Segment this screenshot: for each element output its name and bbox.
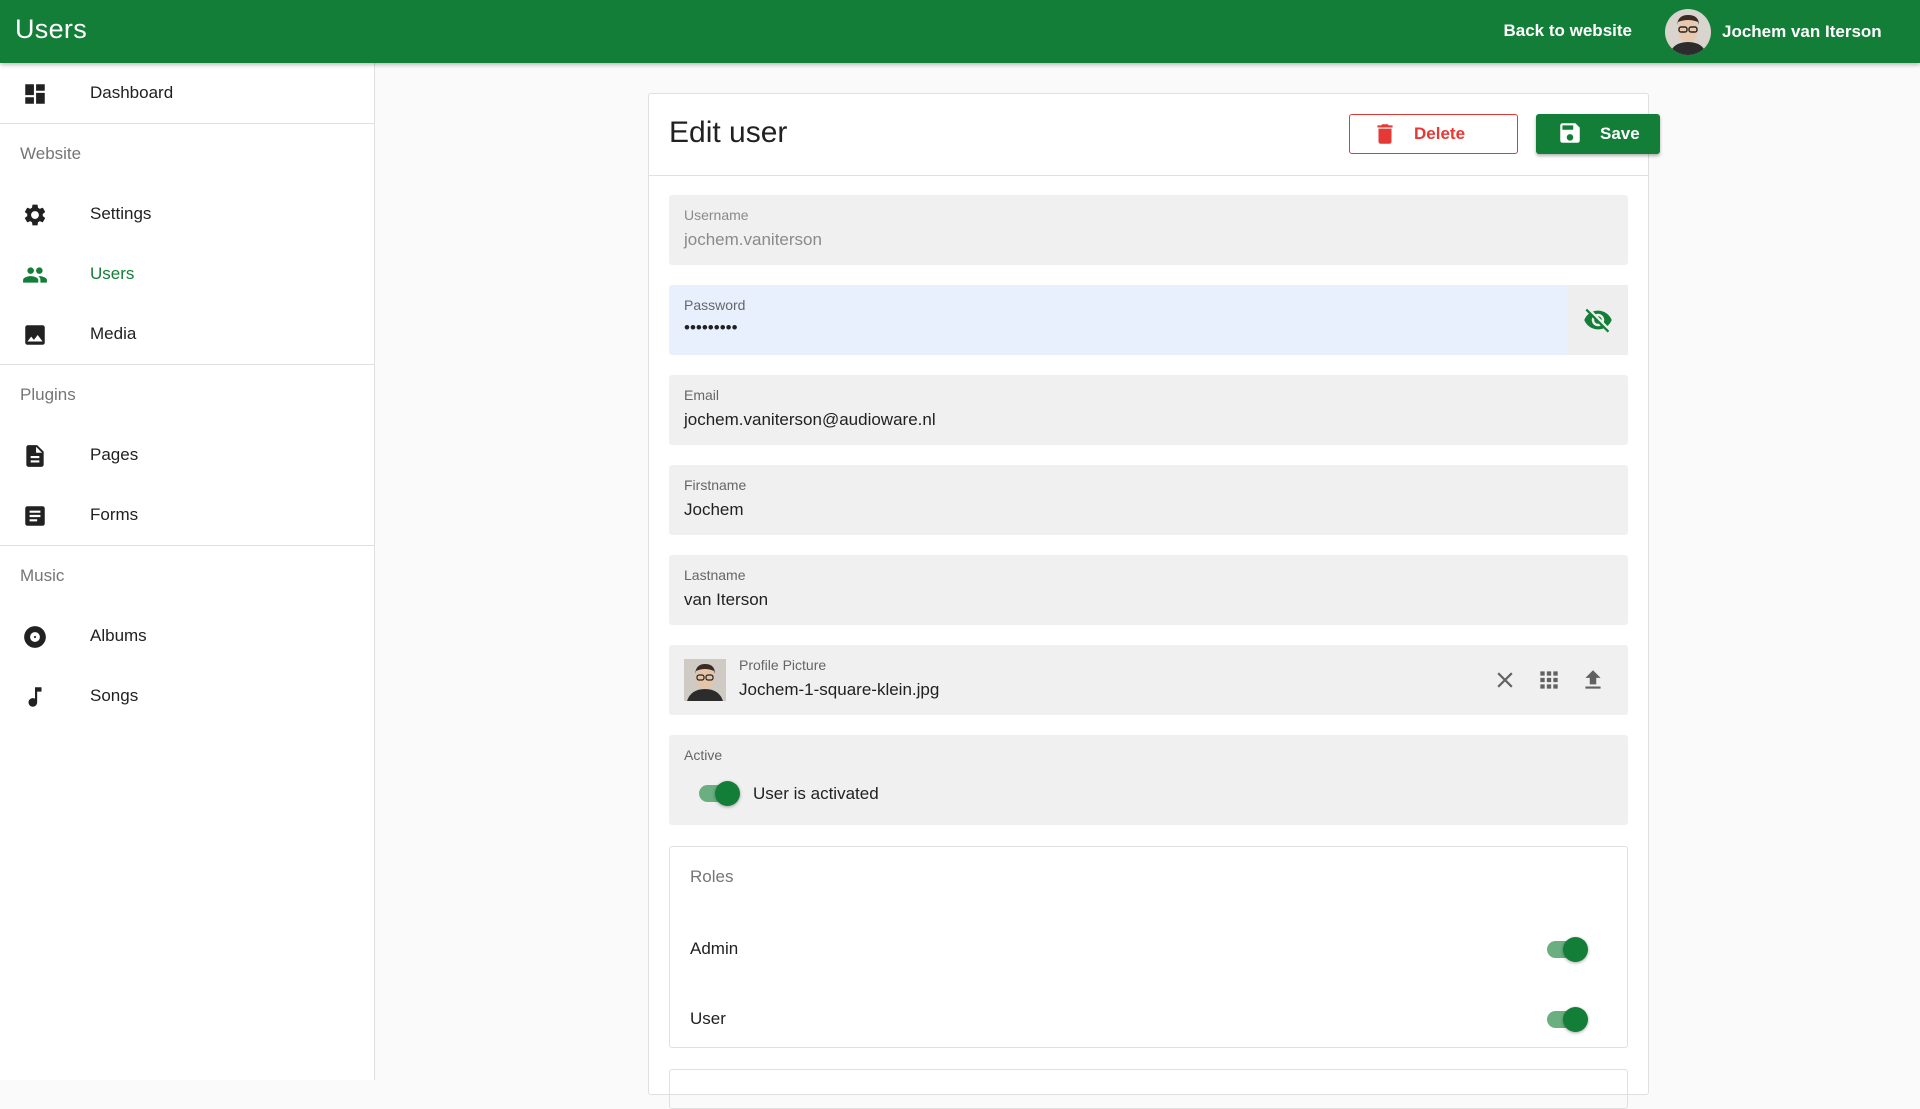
roles-title: Roles <box>690 867 734 886</box>
clear-picture-button[interactable] <box>1490 665 1520 695</box>
delete-label: Delete <box>1414 124 1466 143</box>
sidebar-item-dashboard[interactable]: Dashboard <box>0 63 374 123</box>
delete-button[interactable]: Delete <box>1349 114 1518 154</box>
sidebar-item-label: Media <box>90 324 137 343</box>
section-header-plugins: Plugins <box>20 385 76 404</box>
image-icon <box>25 325 45 345</box>
app-title: Users <box>15 14 88 44</box>
active-label: Active <box>684 747 723 763</box>
toggle-switch[interactable] <box>697 778 741 808</box>
browse-media-button[interactable] <box>1534 665 1564 695</box>
active-field: Active User is activated <box>669 735 1628 825</box>
page-title: Edit user <box>669 116 788 149</box>
sidebar-item-label: Songs <box>90 686 139 705</box>
sidebar: Dashboard Website Settings Users Media P… <box>0 63 375 1080</box>
switch-thumb <box>715 781 740 806</box>
role-row-admin: Admin <box>670 929 1627 969</box>
sidebar-item-forms[interactable]: Forms <box>0 485 374 545</box>
password-field[interactable]: Password ••••••••• <box>669 285 1628 355</box>
admin-role-switch[interactable] <box>1545 934 1589 964</box>
sidebar-item-label: Dashboard <box>90 83 174 102</box>
toggle-password-visibility-button[interactable] <box>1568 285 1628 355</box>
roles-panel: Roles Admin User <box>669 846 1628 1048</box>
sidebar-item-media[interactable]: Media <box>0 304 374 364</box>
trash-icon <box>1377 124 1393 144</box>
switch-thumb <box>1563 1007 1588 1032</box>
app-bar: Users Back to website Jochem van Iterson <box>0 0 1920 63</box>
sidebar-item-label: Settings <box>90 204 152 223</box>
firstname-label: Firstname <box>684 477 747 493</box>
sidebar-item-label: Pages <box>90 445 139 464</box>
avatar <box>1665 8 1711 55</box>
sidebar-item-settings[interactable]: Settings <box>0 184 374 244</box>
profile-picture-actions <box>1490 665 1608 695</box>
upload-icon <box>1585 670 1601 689</box>
email-label: Email <box>684 387 720 403</box>
floppy-disk-icon <box>1560 123 1580 143</box>
username-label: Username <box>684 207 749 223</box>
role-label: Admin <box>690 939 739 958</box>
password-label: Password <box>684 297 746 313</box>
section-header-website: Website <box>20 144 82 163</box>
sidebar-item-albums[interactable]: Albums <box>0 606 374 666</box>
sidebar-item-label: Forms <box>90 505 139 524</box>
save-label: Save <box>1600 124 1640 143</box>
eye-off-icon <box>1584 308 1612 333</box>
role-label: User <box>690 1009 726 1028</box>
card-header: Edit user Delete Save <box>649 94 1660 176</box>
edit-user-card: Edit user Delete Save Username jochem.va… <box>648 93 1660 1109</box>
user-menu[interactable]: Jochem van Iterson <box>1665 0 1920 63</box>
form-icon <box>25 506 45 526</box>
user-name: Jochem van Iterson <box>1722 21 1882 41</box>
close-icon <box>1497 672 1513 688</box>
role-row-user: User <box>670 999 1627 1039</box>
firstname-field[interactable]: Firstname Jochem <box>669 465 1628 535</box>
upload-picture-button[interactable] <box>1578 665 1608 695</box>
profile-picture-thumbnail <box>684 659 726 701</box>
page-icon <box>26 445 44 467</box>
profile-picture-label: Profile Picture <box>739 657 827 673</box>
username-value: jochem.vaniterson <box>684 230 822 249</box>
section-header-music: Music <box>20 566 65 585</box>
switch-thumb <box>1563 937 1588 962</box>
user-role-switch[interactable] <box>1545 1004 1589 1034</box>
profile-picture-filename: Jochem-1-square-klein.jpg <box>739 680 940 699</box>
firstname-value[interactable]: Jochem <box>684 500 744 520</box>
album-icon <box>24 626 46 648</box>
password-value[interactable]: ••••••••• <box>684 318 738 338</box>
gear-icon <box>24 204 46 226</box>
lastname-field[interactable]: Lastname van Iterson <box>669 555 1628 625</box>
sidebar-item-users[interactable]: Users <box>0 244 374 304</box>
username-field: Username jochem.vaniterson <box>669 195 1628 265</box>
grid-icon <box>1540 671 1558 689</box>
sidebar-item-label: Users <box>90 264 135 283</box>
save-button[interactable]: Save <box>1536 114 1660 154</box>
profile-picture-field: Profile Picture Jochem-1-square-klein.jp… <box>669 645 1628 715</box>
dashboard-icon <box>25 84 45 104</box>
lastname-label: Lastname <box>684 567 746 583</box>
email-value[interactable]: jochem.vaniterson@audioware.nl <box>684 410 936 430</box>
lastname-value[interactable]: van Iterson <box>684 590 768 610</box>
sidebar-item-label: Albums <box>90 626 147 645</box>
email-field[interactable]: Email jochem.vaniterson@audioware.nl <box>669 375 1628 445</box>
active-switch-label: User is activated <box>753 784 879 803</box>
music-note-icon <box>28 687 42 707</box>
active-switch[interactable] <box>697 778 741 808</box>
next-section-panel <box>669 1069 1628 1109</box>
users-icon <box>23 267 47 283</box>
sidebar-item-songs[interactable]: Songs <box>0 666 374 726</box>
sidebar-item-pages[interactable]: Pages <box>0 425 374 485</box>
back-to-website-link[interactable]: Back to website <box>1504 21 1633 41</box>
